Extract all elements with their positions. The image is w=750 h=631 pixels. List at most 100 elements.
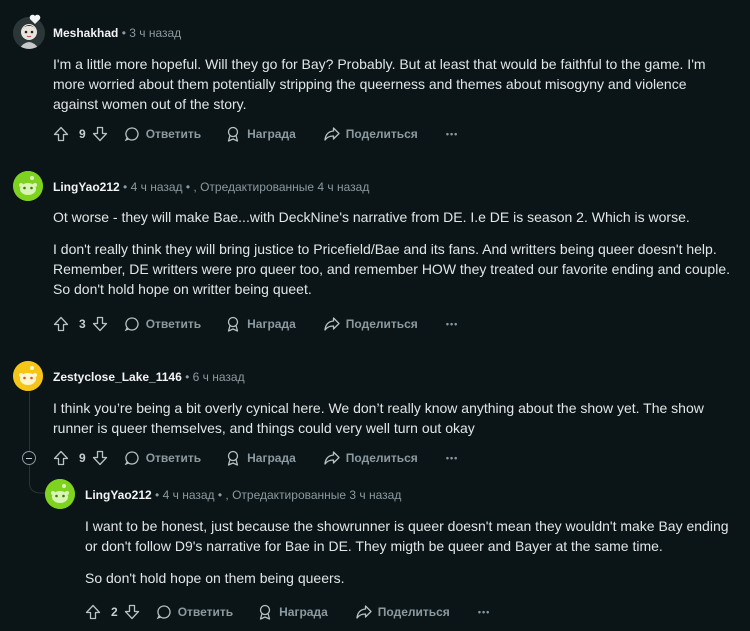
share-button[interactable]: Поделиться	[324, 450, 418, 466]
comment-bubble-icon	[124, 127, 139, 142]
comment-paragraph: Ot worse - they will make Bae...with Dec…	[53, 209, 690, 225]
avatar-zestyclose[interactable]	[13, 361, 43, 391]
comment-actions: 2 Ответить Награда Поделиться •••	[85, 601, 490, 623]
comment-bubble-icon	[124, 317, 139, 332]
share-label: Поделиться	[345, 451, 418, 465]
comment-body: I'm a little more hopeful. Will they go …	[53, 54, 723, 126]
comment-body: Ot worse - they will make Bae...with Dec…	[53, 207, 733, 311]
share-label: Поделиться	[345, 127, 418, 141]
avatar-lingyao212[interactable]	[13, 171, 43, 201]
reply-label: Ответить	[145, 127, 202, 141]
edited-label: , Отредактированные 4 ч назад	[193, 180, 370, 194]
downvote-icon	[92, 316, 107, 332]
reply-label: Ответить	[145, 317, 202, 331]
upvote-button[interactable]	[53, 450, 69, 466]
vote-count: 2	[111, 605, 118, 619]
downvote-icon	[92, 450, 107, 466]
vote-count: 9	[79, 451, 86, 465]
comment-bubble-icon	[156, 605, 171, 620]
more-options-button[interactable]: •••	[446, 319, 458, 329]
more-options-button[interactable]: •••	[446, 453, 458, 463]
reply-button[interactable]: Ответить	[124, 316, 201, 332]
reply-button[interactable]: Ответить	[156, 604, 233, 620]
downvote-button[interactable]	[92, 316, 108, 332]
share-icon	[324, 451, 340, 465]
thread-connector	[29, 465, 45, 494]
upvote-icon	[53, 450, 69, 466]
comment-body: I want to be honest, just because the sh…	[85, 516, 740, 600]
username[interactable]: LingYao212	[53, 180, 120, 194]
more-options-icon: •••	[445, 129, 459, 139]
award-button[interactable]: Награда	[225, 126, 296, 142]
award-label: Награда	[247, 127, 296, 141]
thread-line[interactable]	[29, 392, 30, 452]
comment-paragraph: So don't hold hope on them being queers.	[85, 570, 345, 586]
reply-button[interactable]: Ответить	[124, 450, 201, 466]
share-label: Поделиться	[377, 605, 450, 619]
share-icon	[356, 605, 372, 619]
comment-actions: 9 Ответить Награда Поделиться •••	[53, 123, 458, 145]
vote-count: 3	[79, 317, 86, 331]
more-options-button[interactable]: •••	[478, 607, 490, 617]
heart-badge-icon	[29, 14, 41, 24]
collapse-thread-button[interactable]	[22, 451, 36, 465]
comment-actions: 3 Ответить Награда Поделиться •••	[53, 313, 458, 335]
downvote-button[interactable]	[92, 450, 108, 466]
award-button[interactable]: Награда	[257, 604, 328, 620]
award-label: Награда	[279, 605, 328, 619]
comment-header: Meshakhad • 3 ч назад	[53, 25, 181, 41]
comment-paragraph: I'm a little more hopeful. Will they go …	[53, 56, 706, 112]
award-button[interactable]: Награда	[225, 316, 296, 332]
timestamp[interactable]: 6 ч назад	[193, 370, 245, 384]
share-icon	[324, 317, 340, 331]
downvote-icon	[124, 604, 139, 620]
separator: •	[185, 180, 191, 194]
comment-paragraph: I think you’re being a bit overly cynica…	[53, 400, 704, 436]
timestamp[interactable]: 3 ч назад	[129, 26, 181, 40]
username[interactable]: Zestyclose_Lake_1146	[53, 370, 182, 384]
username[interactable]: Meshakhad	[53, 26, 118, 40]
separator: •	[185, 370, 190, 384]
upvote-icon	[53, 126, 69, 142]
username[interactable]: LingYao212	[85, 488, 152, 502]
snoo-avatar-icon	[45, 479, 75, 509]
more-options-icon: •••	[445, 453, 459, 463]
share-button[interactable]: Поделиться	[356, 604, 450, 620]
timestamp[interactable]: 4 ч назад	[163, 488, 215, 502]
comment-header: LingYao212 • 4 ч назад • , Отредактирова…	[85, 487, 401, 503]
downvote-icon	[92, 126, 107, 142]
upvote-icon	[85, 604, 101, 620]
comment-header: LingYao212 • 4 ч назад • , Отредактирова…	[53, 179, 369, 195]
reply-label: Ответить	[145, 451, 202, 465]
upvote-button[interactable]	[53, 316, 69, 332]
comment-paragraph: I don't really think they will bring jus…	[53, 241, 730, 297]
more-options-button[interactable]: •••	[446, 129, 458, 139]
award-icon	[227, 316, 239, 332]
reply-button[interactable]: Ответить	[124, 126, 201, 142]
more-options-icon: •••	[445, 319, 459, 329]
downvote-button[interactable]	[92, 126, 108, 142]
award-label: Награда	[247, 317, 296, 331]
vote-count: 9	[79, 127, 86, 141]
downvote-button[interactable]	[124, 604, 140, 620]
snoo-avatar-icon	[13, 171, 43, 201]
comment-body: I think you’re being a bit overly cynica…	[53, 398, 723, 450]
award-label: Награда	[247, 451, 296, 465]
avatar-lingyao212[interactable]	[45, 479, 75, 509]
edited-label: , Отредактированные 3 ч назад	[225, 488, 402, 502]
snoo-avatar-icon	[13, 361, 43, 391]
timestamp[interactable]: 4 ч назад	[131, 180, 183, 194]
comment-actions: 9 Ответить Награда Поделиться •••	[53, 447, 458, 469]
share-label: Поделиться	[345, 317, 418, 331]
award-icon	[227, 450, 239, 466]
award-button[interactable]: Награда	[225, 450, 296, 466]
more-options-icon: •••	[477, 607, 491, 617]
upvote-icon	[53, 316, 69, 332]
award-icon	[227, 126, 239, 142]
upvote-button[interactable]	[53, 126, 69, 142]
share-button[interactable]: Поделиться	[324, 316, 418, 332]
share-button[interactable]: Поделиться	[324, 126, 418, 142]
upvote-button[interactable]	[85, 604, 101, 620]
comment-header: Zestyclose_Lake_1146 • 6 ч назад	[53, 369, 245, 385]
share-icon	[324, 127, 340, 141]
